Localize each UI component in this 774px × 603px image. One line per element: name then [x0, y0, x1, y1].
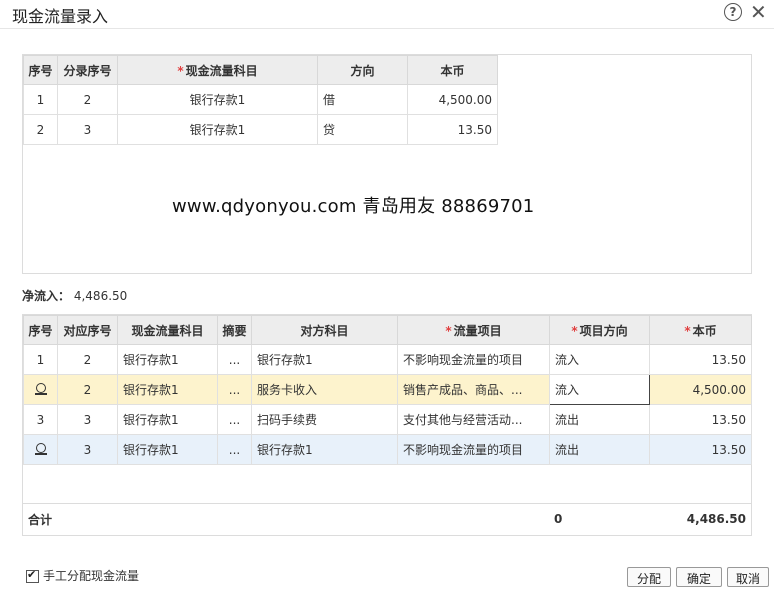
table-row[interactable]: 3 3 银行存款1 ... 扫码手续费 支付其他与经营活动... 流出 13.5…	[23, 404, 752, 435]
help-circle-icon[interactable]: ?	[724, 3, 742, 21]
net-inflow-label: 净流入：	[22, 289, 71, 303]
entry-table-panel: 序号 分录序号 * 现金流量科目 方向 本币 1 2 银行存款1 借 4,500.…	[22, 54, 752, 274]
cashflow-table-panel: 序号 对应序号 现金流量科目 摘要 对方科目 * 流量项目 * 项目方向 * 本币 1…	[22, 314, 752, 536]
cell-subject: 银行存款1	[117, 344, 218, 375]
net-inflow-value: 4,486.50	[73, 289, 128, 303]
required-marker: *	[571, 323, 578, 338]
cell-flow-item[interactable]: 不影响现金流量的项目	[397, 344, 550, 375]
cell-amount[interactable]: 13.50	[649, 404, 752, 435]
cell-counter-subject: 银行存款1	[251, 434, 398, 465]
cell-subject: 银行存款1	[117, 404, 218, 435]
cell-direction: 贷	[317, 114, 408, 145]
cell-counter-subject: 服务卡收入	[251, 374, 398, 405]
table-row[interactable]: 1 2 银行存款1 ... 银行存款1 不影响现金流量的项目 流入 13.50	[23, 344, 752, 375]
cell-flow-item[interactable]: 支付其他与经营活动...	[397, 404, 550, 435]
cell-corr-seq: 3	[57, 434, 118, 465]
table-row[interactable]: 1 2 银行存款1 借 4,500.00	[23, 84, 498, 115]
cell-amount[interactable]: 4,500.00	[649, 374, 752, 405]
cell-subject[interactable]: 银行存款1	[117, 114, 318, 145]
cell-seq: 1	[23, 84, 58, 115]
cancel-button[interactable]: 取消	[727, 567, 769, 587]
required-marker: *	[177, 63, 184, 78]
cell-counter-subject: 银行存款1	[251, 344, 398, 375]
col-entry-seq: 分录序号	[57, 55, 118, 85]
total-count: 0	[554, 512, 563, 526]
cell-seq[interactable]	[23, 374, 58, 405]
cell-amount[interactable]: 13.50	[649, 344, 752, 375]
cell-corr-seq: 2	[57, 344, 118, 375]
cell-subject: 银行存款1	[117, 434, 218, 465]
manual-alloc-label[interactable]: 手工分配现金流量	[43, 567, 139, 584]
required-marker: *	[445, 323, 452, 338]
entry-table-header: 序号 分录序号 * 现金流量科目 方向 本币	[23, 55, 498, 85]
total-label: 合计	[28, 512, 53, 527]
close-icon[interactable]: ✕	[750, 1, 767, 23]
title-bar: 现金流量录入 ? ✕	[0, 0, 774, 29]
cell-subject[interactable]: 银行存款1	[117, 84, 318, 115]
col-subject: 现金流量科目	[117, 315, 218, 345]
cell-seq[interactable]	[23, 434, 58, 465]
col-seq: 序号	[23, 315, 58, 345]
col-flow-item: * 流量项目	[397, 315, 550, 345]
table-row[interactable]: 3 银行存款1 ... 银行存款1 不影响现金流量的项目 流出 13.50	[23, 434, 752, 465]
col-subject: * 现金流量科目	[117, 55, 318, 85]
cell-direction: 借	[317, 84, 408, 115]
cell-seq: 1	[23, 344, 58, 375]
confirm-button[interactable]: 确定	[676, 567, 722, 587]
cell-summary[interactable]: ...	[217, 374, 252, 405]
cell-amount: 4,500.00	[407, 84, 498, 115]
window-title: 现金流量录入	[12, 7, 109, 26]
manual-alloc-checkbox[interactable]	[26, 568, 39, 583]
total-row: 合计 0 4,486.50	[23, 503, 751, 534]
col-corr-seq: 对应序号	[57, 315, 118, 345]
cell-flow-item[interactable]: 销售产成品、商品、...	[397, 374, 550, 405]
cell-entry-seq: 2	[57, 84, 118, 115]
allocate-button[interactable]: 分配	[627, 567, 671, 587]
col-direction: 方向	[317, 55, 408, 85]
table-row[interactable]: 2 银行存款1 ... 服务卡收入 销售产成品、商品、... 流入 4,500.…	[23, 374, 752, 405]
watermark-text: www.qdyonyou.com 青岛用友 88869701	[172, 196, 535, 217]
cell-summary[interactable]: ...	[217, 404, 252, 435]
total-amount: 4,486.50	[686, 512, 746, 526]
cell-corr-seq: 3	[57, 404, 118, 435]
cell-amount[interactable]: 13.50	[649, 434, 752, 465]
required-marker: *	[684, 323, 691, 338]
col-amount: 本币	[407, 55, 498, 85]
cell-entry-seq: 3	[57, 114, 118, 145]
col-seq: 序号	[23, 55, 58, 85]
cell-item-direction-editing[interactable]: 流入	[549, 374, 650, 405]
cell-summary[interactable]: ...	[217, 344, 252, 375]
cell-flow-item[interactable]: 不影响现金流量的项目	[397, 434, 550, 465]
row-settings-icon[interactable]	[34, 442, 47, 455]
cashflow-table-header: 序号 对应序号 现金流量科目 摘要 对方科目 * 流量项目 * 项目方向 * 本币	[23, 315, 752, 345]
cashflow-table: 序号 对应序号 现金流量科目 摘要 对方科目 * 流量项目 * 项目方向 * 本币 1…	[23, 315, 752, 465]
cell-corr-seq: 2	[57, 374, 118, 405]
cell-item-direction[interactable]: 流入	[549, 344, 650, 375]
cell-item-direction[interactable]: 流出	[549, 404, 650, 435]
col-item-direction: * 项目方向	[549, 315, 650, 345]
net-inflow: 净流入： 4,486.50	[22, 287, 127, 304]
cell-subject: 银行存款1	[117, 374, 218, 405]
entry-table: 序号 分录序号 * 现金流量科目 方向 本币 1 2 银行存款1 借 4,500.…	[23, 55, 498, 145]
col-summary: 摘要	[217, 315, 252, 345]
cell-item-direction[interactable]: 流出	[549, 434, 650, 465]
cell-summary[interactable]: ...	[217, 434, 252, 465]
table-row[interactable]: 2 3 银行存款1 贷 13.50	[23, 114, 498, 145]
cell-counter-subject: 扫码手续费	[251, 404, 398, 435]
col-amount: * 本币	[649, 315, 752, 345]
cell-amount: 13.50	[407, 114, 498, 145]
cell-seq: 2	[23, 114, 58, 145]
total-spacer	[117, 504, 549, 535]
row-settings-icon[interactable]	[34, 382, 47, 395]
cell-seq: 3	[23, 404, 58, 435]
col-counter-subject: 对方科目	[251, 315, 398, 345]
